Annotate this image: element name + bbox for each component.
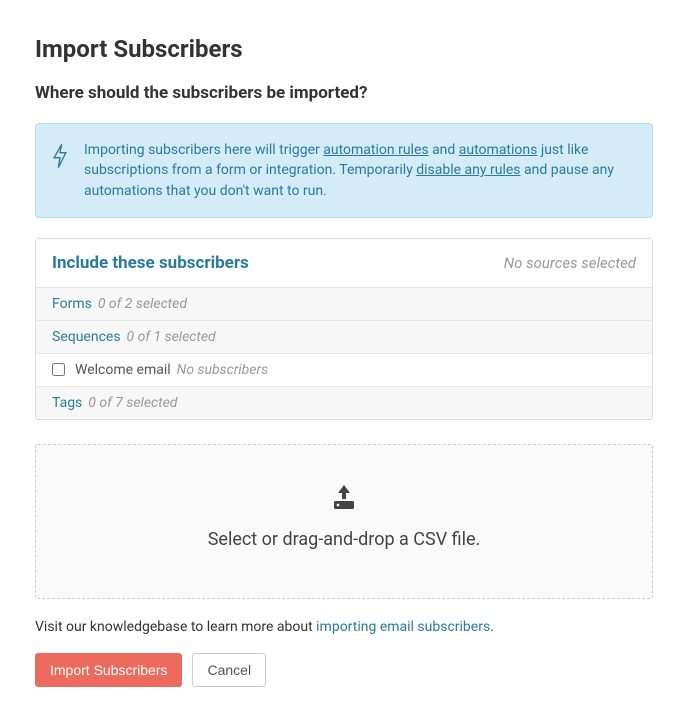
sequence-item-label: Welcome email (75, 362, 171, 378)
forms-group-row[interactable]: Forms 0 of 2 selected (36, 288, 652, 321)
sequence-item-row: Welcome email No subscribers (36, 354, 652, 387)
info-callout: Importing subscribers here will trigger … (35, 123, 653, 218)
help-text-after: . (490, 619, 494, 635)
group-label: Forms (52, 296, 92, 312)
welcome-email-checkbox[interactable] (52, 363, 65, 376)
group-hint: 0 of 1 selected (127, 329, 216, 345)
sources-panel: Include these subscribers No sources sel… (35, 238, 653, 420)
group-label: Sequences (52, 329, 121, 345)
sequence-item-hint: No subscribers (177, 362, 268, 378)
group-label: Tags (52, 395, 82, 411)
page-subtitle: Where should the subscribers be imported… (35, 83, 653, 103)
info-text-part: and (429, 142, 459, 158)
upload-icon (56, 483, 632, 515)
automation-rules-link[interactable]: automation rules (323, 142, 428, 158)
panel-title: Include these subscribers (52, 253, 249, 273)
automations-link[interactable]: automations (459, 142, 538, 158)
cancel-button[interactable]: Cancel (192, 653, 266, 687)
dropzone-text: Select or drag-and-drop a CSV file. (56, 529, 632, 550)
sequences-group-row[interactable]: Sequences 0 of 1 selected (36, 321, 652, 354)
help-text: Visit our knowledgebase to learn more ab… (35, 619, 653, 635)
csv-dropzone[interactable]: Select or drag-and-drop a CSV file. (35, 444, 653, 599)
help-text-before: Visit our knowledgebase to learn more ab… (35, 619, 316, 635)
panel-hint: No sources selected (504, 254, 636, 272)
sources-panel-header: Include these subscribers No sources sel… (36, 239, 652, 288)
disable-rules-link[interactable]: disable any rules (416, 162, 520, 178)
info-text: Importing subscribers here will trigger … (84, 140, 634, 201)
import-subscribers-button[interactable]: Import Subscribers (35, 653, 182, 687)
action-buttons: Import Subscribers Cancel (35, 653, 653, 687)
group-hint: 0 of 7 selected (88, 395, 177, 411)
info-text-part: Importing subscribers here will trigger (84, 142, 323, 158)
lightning-icon (50, 140, 70, 174)
tags-group-row[interactable]: Tags 0 of 7 selected (36, 387, 652, 419)
page-title: Import Subscribers (35, 35, 653, 63)
knowledgebase-link[interactable]: importing email subscribers (316, 619, 490, 635)
group-hint: 0 of 2 selected (98, 296, 187, 312)
